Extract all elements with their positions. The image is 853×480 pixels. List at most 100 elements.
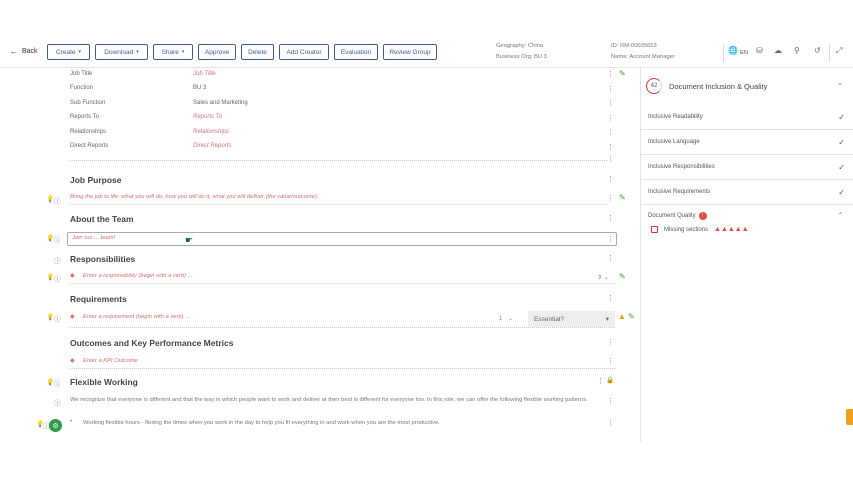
check-inclusive-requirements[interactable]: Inclusive Requirements ✓ (641, 180, 853, 205)
lightbulb-icon[interactable]: 💡 (46, 313, 54, 321)
field-value[interactable]: Reports To (193, 111, 222, 123)
about-team-input[interactable] (67, 232, 617, 246)
check-inclusive-language[interactable]: Inclusive Language ✓ (641, 130, 853, 155)
magic-wand-icon[interactable]: ✎ (619, 193, 626, 202)
check-label: Inclusive Requirements (648, 189, 711, 195)
document-quality-header[interactable]: Document Quality ! (648, 212, 707, 220)
more-options-icon[interactable]: ⋮ (607, 115, 614, 123)
chevron-down-icon: ▾ (78, 49, 82, 55)
globe-icon[interactable]: 🌐 (728, 46, 738, 55)
download-button[interactable]: Download ▾ (95, 44, 148, 60)
lightbulb-icon[interactable]: 💡 (46, 195, 54, 203)
approve-label: Approve (204, 48, 230, 56)
help-icon[interactable]: ⓘ (54, 234, 61, 244)
help-icon[interactable]: ⓘ (54, 255, 61, 265)
check-inclusive-readability[interactable]: Inclusive Readability ✓ (641, 105, 853, 130)
document-id-text: ID: RM-00035653 (611, 43, 657, 49)
chevron-down-icon[interactable]: ⌄ (508, 315, 513, 322)
history-icon[interactable]: ↺ (814, 46, 821, 55)
more-options-icon[interactable]: ⋮ (607, 339, 614, 347)
collapse-icon[interactable]: ⌃ (837, 82, 843, 90)
lock-icon[interactable]: 🔒 (606, 376, 614, 384)
lightbulb-icon[interactable]: ⚲ (794, 46, 800, 55)
more-options-icon[interactable]: ⋮ (607, 398, 614, 406)
download-label: Download (104, 48, 134, 56)
field-value[interactable]: BU 3 (193, 82, 206, 94)
more-options-icon[interactable]: ⋮ (607, 420, 614, 428)
panel-title: Document Inclusion & Quality (669, 82, 768, 91)
more-options-icon[interactable]: ⋮ (607, 358, 614, 366)
more-options-icon[interactable]: ⋮ (607, 144, 614, 152)
missing-sections-row[interactable]: Missing sections ▲▲▲▲▲ (651, 226, 749, 233)
more-options-icon[interactable]: ⋮ (607, 255, 614, 263)
magic-wand-icon[interactable]: ✎ (628, 312, 635, 321)
field-value[interactable]: Direct Reports (193, 140, 231, 152)
check-icon: ✓ (838, 138, 845, 147)
feedback-tab[interactable] (846, 409, 853, 425)
field-value[interactable]: Job Title (193, 68, 216, 80)
check-label: Inclusive Readability (648, 114, 703, 120)
flexible-working-intro[interactable]: We recognize that everyone is different … (70, 396, 610, 405)
assistant-fab-icon[interactable]: ⚙ (49, 419, 62, 432)
requirement-input[interactable]: Enter a requirement (begin with a verb) … (83, 314, 190, 320)
expand-icon[interactable]: ⤢ (836, 46, 842, 56)
section-divider (70, 160, 607, 161)
field-value[interactable]: Sales and Marketing (193, 97, 248, 109)
more-options-icon[interactable]: ⋮ (607, 195, 614, 203)
language-label[interactable]: EN (740, 48, 748, 58)
bullet-icon: ◆ (70, 314, 75, 320)
chevron-up-icon[interactable]: ⌃ (838, 212, 843, 219)
more-options-icon[interactable]: ⋮ (607, 295, 614, 303)
chevron-down-icon: ▾ (136, 49, 139, 55)
more-options-icon[interactable]: ⋮ (607, 156, 614, 164)
more-options-icon[interactable]: ⋮ (607, 71, 614, 79)
evaluation-button[interactable]: Evaluation (334, 44, 378, 60)
more-options-icon[interactable]: ⋮ (607, 129, 614, 137)
responsibilities-title: Responsibilities (70, 254, 136, 264)
flexible-working-bullet[interactable]: Working flexible hours - flexing the tim… (83, 419, 613, 428)
database-settings-icon[interactable]: ⛁ (756, 46, 763, 55)
stepper-icon[interactable]: ⇕ ⌄ (597, 274, 609, 281)
outcomes-title: Outcomes and Key Performance Metrics (70, 338, 234, 348)
document-name-text: Name: Account Manager (611, 54, 675, 60)
more-options-icon[interactable]: ⋮ (607, 86, 614, 94)
more-options-icon[interactable]: ⋮ (607, 215, 614, 223)
field-value[interactable]: Relationships (193, 126, 229, 138)
help-icon[interactable]: ⓘ (54, 313, 61, 323)
field-label: Sub Function (70, 100, 106, 106)
create-button[interactable]: Create ▾ (47, 44, 90, 60)
create-label: Create (55, 48, 76, 56)
kpi-outcome-input[interactable]: Enter a KPI Outcome (83, 358, 138, 364)
lightbulb-icon[interactable]: 💡 (46, 273, 54, 281)
field-label: Function (70, 85, 94, 91)
about-team-title: About the Team (70, 214, 134, 224)
checkbox[interactable] (651, 226, 658, 233)
magic-wand-icon[interactable]: ✎ (619, 272, 626, 281)
lightbulb-icon[interactable]: 💡 (46, 378, 54, 386)
approve-button[interactable]: Approve (198, 44, 236, 60)
warning-icon[interactable]: ▲ (618, 312, 626, 321)
lightbulb-icon[interactable]: 💡 (46, 234, 54, 242)
help-icon[interactable]: ⓘ (54, 397, 61, 407)
back-button[interactable]: ← Back (10, 47, 38, 56)
magic-wand-icon[interactable]: ✎ (619, 69, 626, 78)
more-options-icon[interactable]: ⋮ (597, 378, 604, 386)
cloud-upload-icon[interactable]: ☁ (774, 46, 782, 55)
more-options-icon[interactable]: ⋮ (607, 100, 614, 108)
essential-select[interactable]: Essential? ▾ (528, 311, 615, 327)
help-icon[interactable]: ⓘ (54, 273, 61, 283)
review-group-button[interactable]: Review Group (383, 44, 437, 60)
requirement-count[interactable]: 1 (499, 316, 502, 322)
add-creator-button[interactable]: Add Creator (279, 44, 329, 60)
responsibility-input[interactable]: Enter a responsibility (begin with a ver… (83, 273, 193, 279)
add-creator-label: Add Creator (286, 48, 322, 56)
more-options-icon[interactable]: ⋮ (607, 236, 614, 244)
more-options-icon[interactable]: ⋮ (607, 176, 614, 184)
job-purpose-input[interactable]: Bring the job to life: what you will do,… (70, 194, 318, 200)
check-label: Inclusive Language (648, 139, 700, 145)
share-button[interactable]: Share ▾ (153, 44, 193, 60)
check-inclusive-responsibilities[interactable]: Inclusive Responsibilities ✓ (641, 155, 853, 180)
help-icon[interactable]: ⓘ (54, 378, 61, 388)
help-icon[interactable]: ⓘ (54, 195, 61, 205)
delete-button[interactable]: Delete (241, 44, 274, 60)
